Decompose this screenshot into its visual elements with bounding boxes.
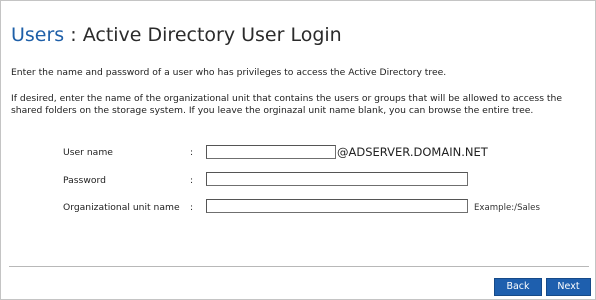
title-separator: : bbox=[64, 24, 83, 46]
ou-label: Organizational unit name bbox=[63, 202, 180, 213]
password-input[interactable] bbox=[206, 172, 468, 186]
ou-input[interactable] bbox=[206, 199, 468, 213]
breadcrumb-users[interactable]: Users bbox=[11, 24, 64, 46]
page-title: Users : Active Directory User Login bbox=[11, 23, 342, 47]
description-text: If desired, enter the name of the organi… bbox=[11, 93, 563, 116]
intro-text: Enter the name and password of a user wh… bbox=[11, 67, 447, 78]
username-input[interactable] bbox=[206, 145, 336, 159]
domain-suffix: @ADSERVER.DOMAIN.NET bbox=[337, 145, 488, 159]
dialog-panel: Users : Active Directory User Login Ente… bbox=[0, 0, 596, 300]
password-colon: : bbox=[190, 175, 194, 186]
next-button[interactable]: Next bbox=[546, 278, 591, 296]
footer-divider bbox=[9, 266, 589, 267]
back-button[interactable]: Back bbox=[494, 278, 542, 296]
ou-colon: : bbox=[190, 202, 194, 213]
username-label: User name bbox=[63, 147, 113, 158]
username-colon: : bbox=[190, 147, 194, 158]
ou-example-hint: Example:/Sales bbox=[474, 203, 540, 213]
title-text: Active Directory User Login bbox=[82, 24, 342, 46]
password-label: Password bbox=[63, 175, 106, 186]
